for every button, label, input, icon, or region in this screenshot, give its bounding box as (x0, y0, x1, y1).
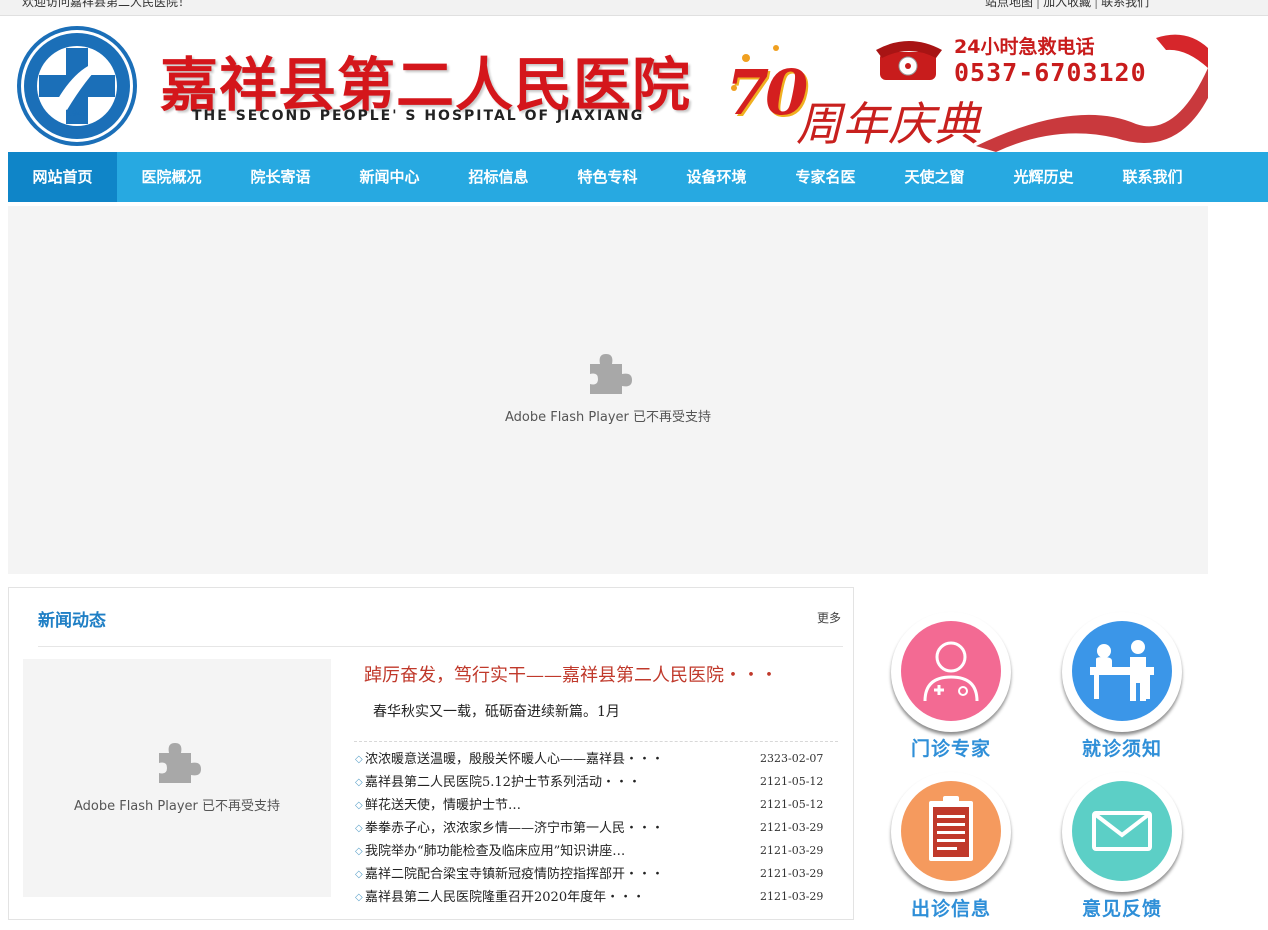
news-item-title[interactable]: 我院举办“肺功能检查及临床应用”知识讲座… (365, 840, 625, 863)
quick-link-frame (1062, 612, 1182, 732)
top-links: 站点地图 | 加入收藏 | 联系我们 (985, 0, 1149, 10)
bullet-icon: ◇ (355, 869, 363, 880)
news-item[interactable]: ◇ 嘉祥县第二人民医院5.12护士节系列活动・・・ 2121-05-12 (354, 771, 824, 794)
clipboard-icon (929, 796, 973, 861)
news-item-title[interactable]: 浓浓暖意送温暖，殷殷关怀暖人心——嘉祥县・・・ (365, 748, 664, 771)
seventy-mark: 70 (726, 56, 808, 129)
news-item-title[interactable]: 鲜花送天使，情暖护士节… (365, 794, 521, 817)
logo-year: 1949 (67, 109, 87, 118)
news-list: ◇ 浓浓暖意送温暖，殷殷关怀暖人心——嘉祥县・・・ 2323-02-07 ◇ 嘉祥县第… (354, 748, 824, 909)
news-item[interactable]: ◇ 嘉祥县第二人民医院隆重召开2020年度年・・・ 2121-03-29 (354, 886, 824, 909)
anniversary-banner: 70 周年庆典 24小时急救电话 0537-6703120 (716, 28, 1208, 152)
top-bar: 欢迎访问嘉祥县第二人民医院！ 站点地图 | 加入收藏 | 联系我们 (0, 0, 1268, 16)
site-header: 1949 嘉祥县第二人民医院 THE SECOND PEOPLE' S HOSP… (0, 16, 1268, 152)
quick-link-background (1072, 621, 1172, 721)
plugin-icon (590, 354, 632, 394)
quick-link-visit-guide[interactable]: 就诊须知 (1052, 612, 1202, 762)
news-item-date: 2121-03-29 (760, 821, 824, 834)
divider (354, 741, 838, 742)
consultation-icon (1090, 640, 1154, 701)
news-section-title: 新闻动态 (38, 611, 106, 631)
nav-item-news[interactable]: 新闻中心 (335, 152, 444, 202)
bullet-icon: ◇ (355, 754, 363, 765)
news-item-date: 2323-02-07 (760, 752, 824, 765)
news-item[interactable]: ◇ 浓浓暖意送温暖，殷殷关怀暖人心——嘉祥县・・・ 2323-02-07 (354, 748, 824, 771)
divider (38, 646, 843, 647)
hospital-logo[interactable]: 1949 (15, 24, 139, 148)
quick-link-frame (891, 612, 1011, 732)
sitemap-link[interactable]: 站点地图 (985, 0, 1033, 9)
emergency-phone-number: 0537-6703120 (954, 58, 1147, 87)
news-item[interactable]: ◇ 嘉祥二院配合梁宝寺镇新冠疫情防控指挥部开・・・ 2121-03-29 (354, 863, 824, 886)
quick-link-feedback[interactable]: 意见反馈 (1052, 772, 1202, 922)
hospital-name-en: THE SECOND PEOPLE' S HOSPITAL OF JIAXIAN… (192, 108, 645, 124)
flash-unsupported-message: Adobe Flash Player 已不再受支持 (73, 799, 281, 814)
bullet-icon: ◇ (355, 892, 363, 903)
flash-unsupported-message: Adobe Flash Player 已不再受支持 (504, 410, 712, 425)
news-item-date: 2121-03-29 (760, 890, 824, 903)
nav-item-contact[interactable]: 联系我们 (1098, 152, 1207, 202)
news-item-date: 2121-05-12 (760, 798, 824, 811)
quick-link-clinic-schedule[interactable]: 出诊信息 (881, 772, 1031, 922)
news-item[interactable]: ◇ 拳拳赤子心，浓浓家乡情——济宁市第一人民・・・ 2121-03-29 (354, 817, 824, 840)
nav-item-experts[interactable]: 专家名医 (771, 152, 880, 202)
doctor-icon (923, 641, 979, 702)
bullet-icon: ◇ (355, 800, 363, 811)
anniversary-text: 周年庆典 (796, 97, 980, 151)
contact-link[interactable]: 联系我们 (1101, 0, 1149, 9)
nav-item-angels[interactable]: 天使之窗 (880, 152, 989, 202)
quick-link-label: 门诊专家 (910, 738, 991, 760)
quick-link-frame (891, 772, 1011, 892)
news-item[interactable]: ◇ 鲜花送天使，情暖护士节… 2121-05-12 (354, 794, 824, 817)
news-item-date: 2121-03-29 (760, 844, 824, 857)
nav-item-history[interactable]: 光辉历史 (989, 152, 1098, 202)
nav-item-tender[interactable]: 招标信息 (444, 152, 553, 202)
separator: | (1036, 0, 1041, 9)
news-more-link[interactable]: 更多 (817, 609, 841, 626)
news-item-title[interactable]: 嘉祥县第二人民医院隆重召开2020年度年・・・ (365, 886, 645, 909)
quick-link-outpatient-experts[interactable]: 门诊专家 (881, 612, 1031, 762)
nav-item-equipment[interactable]: 设备环境 (662, 152, 771, 202)
nav-item-director-message[interactable]: 院长寄语 (226, 152, 335, 202)
news-item-title[interactable]: 拳拳赤子心，浓浓家乡情——济宁市第一人民・・・ (365, 817, 664, 840)
news-item-title[interactable]: 嘉祥县第二人民医院5.12护士节系列活动・・・ (365, 771, 641, 794)
flash-banner-placeholder[interactable]: Adobe Flash Player 已不再受支持 (8, 206, 1208, 574)
quick-link-label: 就诊须知 (1081, 738, 1162, 760)
bullet-icon: ◇ (355, 823, 363, 834)
nav-item-home[interactable]: 网站首页 (8, 152, 117, 202)
envelope-icon (1092, 811, 1152, 851)
emergency-phone-label: 24小时急救电话 (954, 36, 1095, 58)
quick-link-background (1072, 781, 1172, 881)
plugin-icon (159, 743, 201, 783)
bullet-icon: ◇ (355, 777, 363, 788)
quick-link-frame (1062, 772, 1182, 892)
news-item-title[interactable]: 嘉祥二院配合梁宝寺镇新冠疫情防控指挥部开・・・ (365, 863, 664, 886)
news-item[interactable]: ◇ 我院举办“肺功能检查及临床应用”知识讲座… 2121-03-29 (354, 840, 824, 863)
featured-news-headline[interactable]: 踔厉奋发，笃行实干——嘉祥县第二人民医院・・・ (364, 661, 778, 687)
add-favorite-link[interactable]: 加入收藏 (1043, 0, 1091, 9)
quick-link-label: 意见反馈 (1081, 898, 1162, 920)
quick-link-background (901, 621, 1001, 721)
news-section: 新闻动态 更多 Adobe Flash Player 已不再受支持 踔厉奋发，笃… (8, 587, 854, 920)
quick-link-background (901, 781, 1001, 881)
news-item-date: 2121-05-12 (760, 775, 824, 788)
nav-item-specialties[interactable]: 特色专科 (553, 152, 662, 202)
main-nav: 网站首页 医院概况 院长寄语 新闻中心 招标信息 特色专科 设备环境 专家名医 … (8, 152, 1268, 202)
news-item-date: 2121-03-29 (760, 867, 824, 880)
separator: | (1094, 0, 1099, 9)
quick-link-label: 出诊信息 (910, 898, 991, 920)
news-flash-placeholder[interactable]: Adobe Flash Player 已不再受支持 (23, 659, 331, 897)
bullet-icon: ◇ (355, 846, 363, 857)
featured-news-summary: 春华秋实又一载，砥砺奋进续新篇。1月 (373, 704, 620, 720)
nav-item-overview[interactable]: 医院概况 (117, 152, 226, 202)
telephone-icon (876, 41, 942, 80)
welcome-text: 欢迎访问嘉祥县第二人民医院！ (22, 0, 191, 9)
